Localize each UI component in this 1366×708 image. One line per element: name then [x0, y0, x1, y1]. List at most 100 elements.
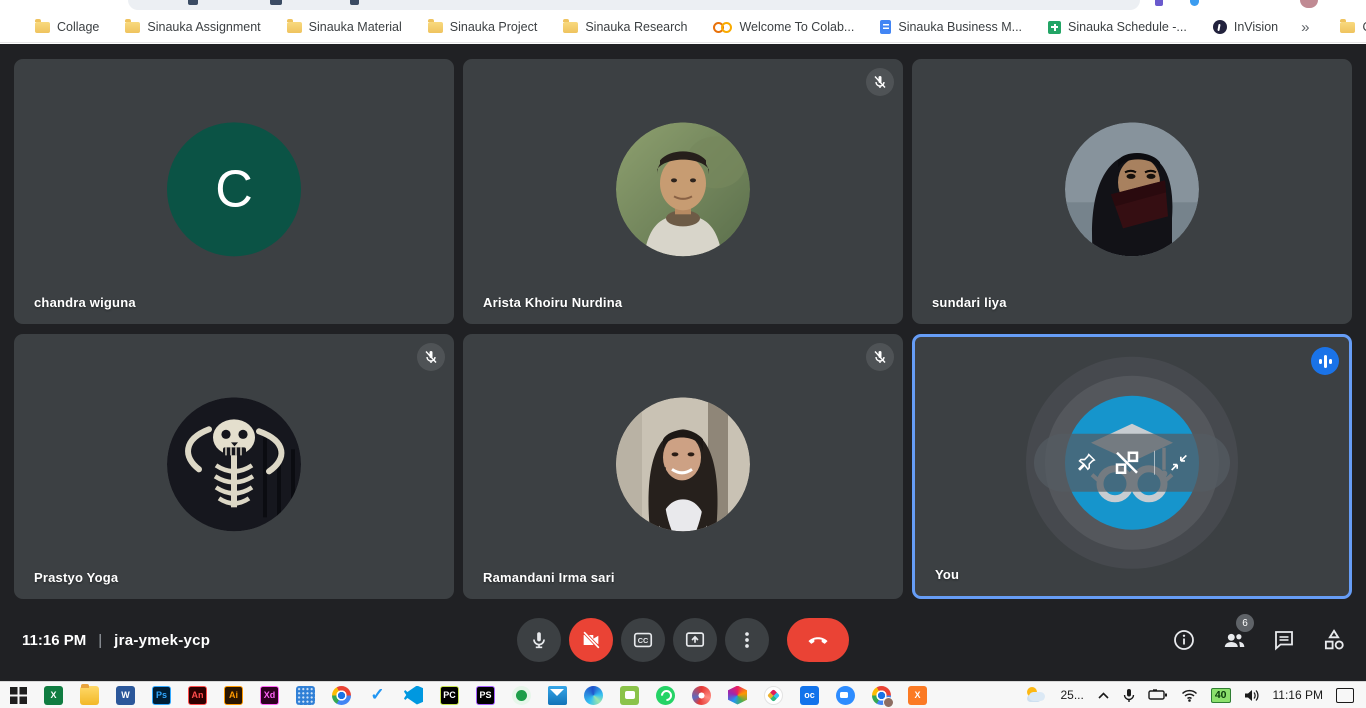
avatar-photo [616, 397, 750, 531]
tray-chevron-up-icon[interactable] [1097, 691, 1110, 700]
folder-icon [125, 22, 140, 33]
recorder-app-icon[interactable] [692, 686, 711, 705]
audio-level-indicator [1311, 347, 1339, 375]
animate-icon[interactable]: An [188, 686, 207, 705]
address-bar-text-fragment [270, 0, 282, 5]
screen-camera-app-icon[interactable] [620, 686, 639, 705]
bookmark-label: Sinauka Schedule -... [1068, 20, 1187, 34]
bookmark-sinauka-business[interactable]: Sinauka Business M... [867, 15, 1035, 39]
speaker-icon[interactable] [1244, 689, 1260, 702]
bookmark-sinauka-material[interactable]: Sinauka Material [274, 15, 415, 39]
bookmark-label: Sinauka Business M... [898, 20, 1022, 34]
slack-icon[interactable] [764, 686, 783, 705]
action-center-icon[interactable] [1336, 688, 1354, 703]
photoshop-icon[interactable]: Ps [152, 686, 171, 705]
adobe-xd-icon[interactable]: Xd [260, 686, 279, 705]
self-tile[interactable]: You [912, 334, 1352, 599]
avatar-photo [616, 122, 750, 256]
mic-off-indicator [417, 343, 445, 371]
participants-count-badge: 6 [1236, 614, 1254, 632]
other-bookmarks-button[interactable]: Other bookmarks [1327, 15, 1366, 39]
bookmark-welcome-colab[interactable]: Welcome To Colab... [700, 15, 867, 39]
bookmark-label: Sinauka Material [309, 20, 402, 34]
invision-icon [1213, 20, 1227, 34]
participant-tile-ramandani[interactable]: Ramandani Irma sari [463, 334, 903, 599]
pycharm-icon[interactable]: PC [440, 686, 459, 705]
meeting-details-button[interactable] [1170, 626, 1198, 654]
participant-tile-prastyo[interactable]: Prastyo Yoga [14, 334, 454, 599]
folder-icon [428, 22, 443, 33]
microphone-button[interactable] [517, 618, 561, 662]
hexagon-app-icon[interactable] [728, 686, 747, 705]
more-options-button[interactable] [725, 618, 769, 662]
battery-icon[interactable] [1148, 689, 1168, 701]
browser-profile-avatar[interactable] [1300, 0, 1318, 8]
vscode-icon[interactable] [404, 686, 423, 705]
participant-tile-chandra-wiguna[interactable]: C chandra wiguna [14, 59, 454, 324]
excel-icon[interactable]: X [44, 686, 63, 705]
illustrator-icon[interactable]: Ai [224, 686, 243, 705]
extension-icon[interactable] [1155, 0, 1163, 6]
zoom-app-icon[interactable] [836, 686, 855, 705]
activities-button[interactable] [1320, 626, 1348, 654]
taskbar-clock[interactable]: 11:16 PM [1273, 688, 1323, 702]
participant-tile-sundari[interactable]: sundari liya [912, 59, 1352, 324]
camera-off-button[interactable] [569, 618, 613, 662]
bookmark-sinauka-project[interactable]: Sinauka Project [415, 15, 551, 39]
mail-icon[interactable] [548, 686, 567, 705]
bookmark-label: Welcome To Colab... [739, 20, 854, 34]
chat-button[interactable] [1270, 626, 1298, 654]
chrome-profile-icon[interactable] [872, 686, 891, 705]
screen: Collage Sinauka Assignment Sinauka Mater… [0, 0, 1366, 708]
participant-tile-arista[interactable]: Arista Khoiru Nurdina [463, 59, 903, 324]
xampp-icon[interactable]: X [908, 686, 927, 705]
unpin-from-grid-button[interactable] [1110, 445, 1144, 479]
participant-name: Ramandani Irma sari [483, 570, 615, 585]
weather-icon[interactable] [1025, 687, 1047, 703]
windows-start-button[interactable] [10, 687, 27, 704]
green-plus-icon [1048, 21, 1061, 34]
system-tray: 25... [1025, 687, 1366, 703]
bookmarks-bar: Collage Sinauka Assignment Sinauka Mater… [0, 12, 1366, 43]
google-docs-icon [880, 20, 891, 34]
microphone-tray-icon[interactable] [1123, 688, 1135, 703]
participant-name: You [935, 567, 959, 582]
browser-toolbar: Collage Sinauka Assignment Sinauka Mater… [0, 0, 1366, 44]
bookmark-sinauka-schedule[interactable]: Sinauka Schedule -... [1035, 15, 1200, 39]
bookmarks-overflow-chevron[interactable]: » [1291, 19, 1319, 36]
calendar-grid-app-icon[interactable] [296, 686, 315, 705]
bookmark-collage[interactable]: Collage [22, 15, 112, 39]
wifi-icon[interactable] [1181, 689, 1198, 702]
minimize-tile-button[interactable] [1165, 448, 1193, 476]
word-icon[interactable]: W [116, 686, 135, 705]
address-bar-text-fragment [350, 0, 359, 5]
oc-app-icon[interactable]: oc [800, 686, 819, 705]
android-app-icon[interactable] [512, 686, 531, 705]
folder-icon [35, 22, 50, 33]
avatar-skeleton [167, 397, 301, 531]
captions-button[interactable]: CC [621, 618, 665, 662]
battery-percent-badge[interactable]: 40 [1211, 688, 1231, 703]
divider: | [98, 632, 102, 649]
phpstorm-icon[interactable]: PS [476, 686, 495, 705]
bookmark-sinauka-assignment[interactable]: Sinauka Assignment [112, 15, 273, 39]
folder-icon [1340, 22, 1355, 33]
bookmark-invision[interactable]: InVision [1200, 15, 1291, 39]
extension-icon[interactable] [1190, 0, 1199, 6]
participant-name: Arista Khoiru Nurdina [483, 295, 622, 310]
mic-off-indicator [866, 68, 894, 96]
blue-check-app-icon[interactable]: ✓ [368, 686, 387, 705]
video-grid: C chandra wiguna [0, 44, 1366, 599]
edge-icon[interactable] [584, 686, 603, 705]
whatsapp-icon[interactable] [656, 686, 675, 705]
bookmark-sinauka-research[interactable]: Sinauka Research [550, 15, 700, 39]
leave-call-button[interactable] [787, 618, 849, 662]
present-screen-button[interactable] [673, 618, 717, 662]
bookmark-label: Sinauka Research [585, 20, 687, 34]
meeting-code: jra-ymek-ycp [114, 632, 210, 649]
weather-temp[interactable]: 25... [1060, 688, 1083, 702]
participants-button[interactable]: 6 [1220, 626, 1248, 654]
file-explorer-icon[interactable] [80, 686, 99, 705]
pin-tile-button[interactable] [1072, 448, 1100, 476]
chrome-icon[interactable] [332, 686, 351, 705]
